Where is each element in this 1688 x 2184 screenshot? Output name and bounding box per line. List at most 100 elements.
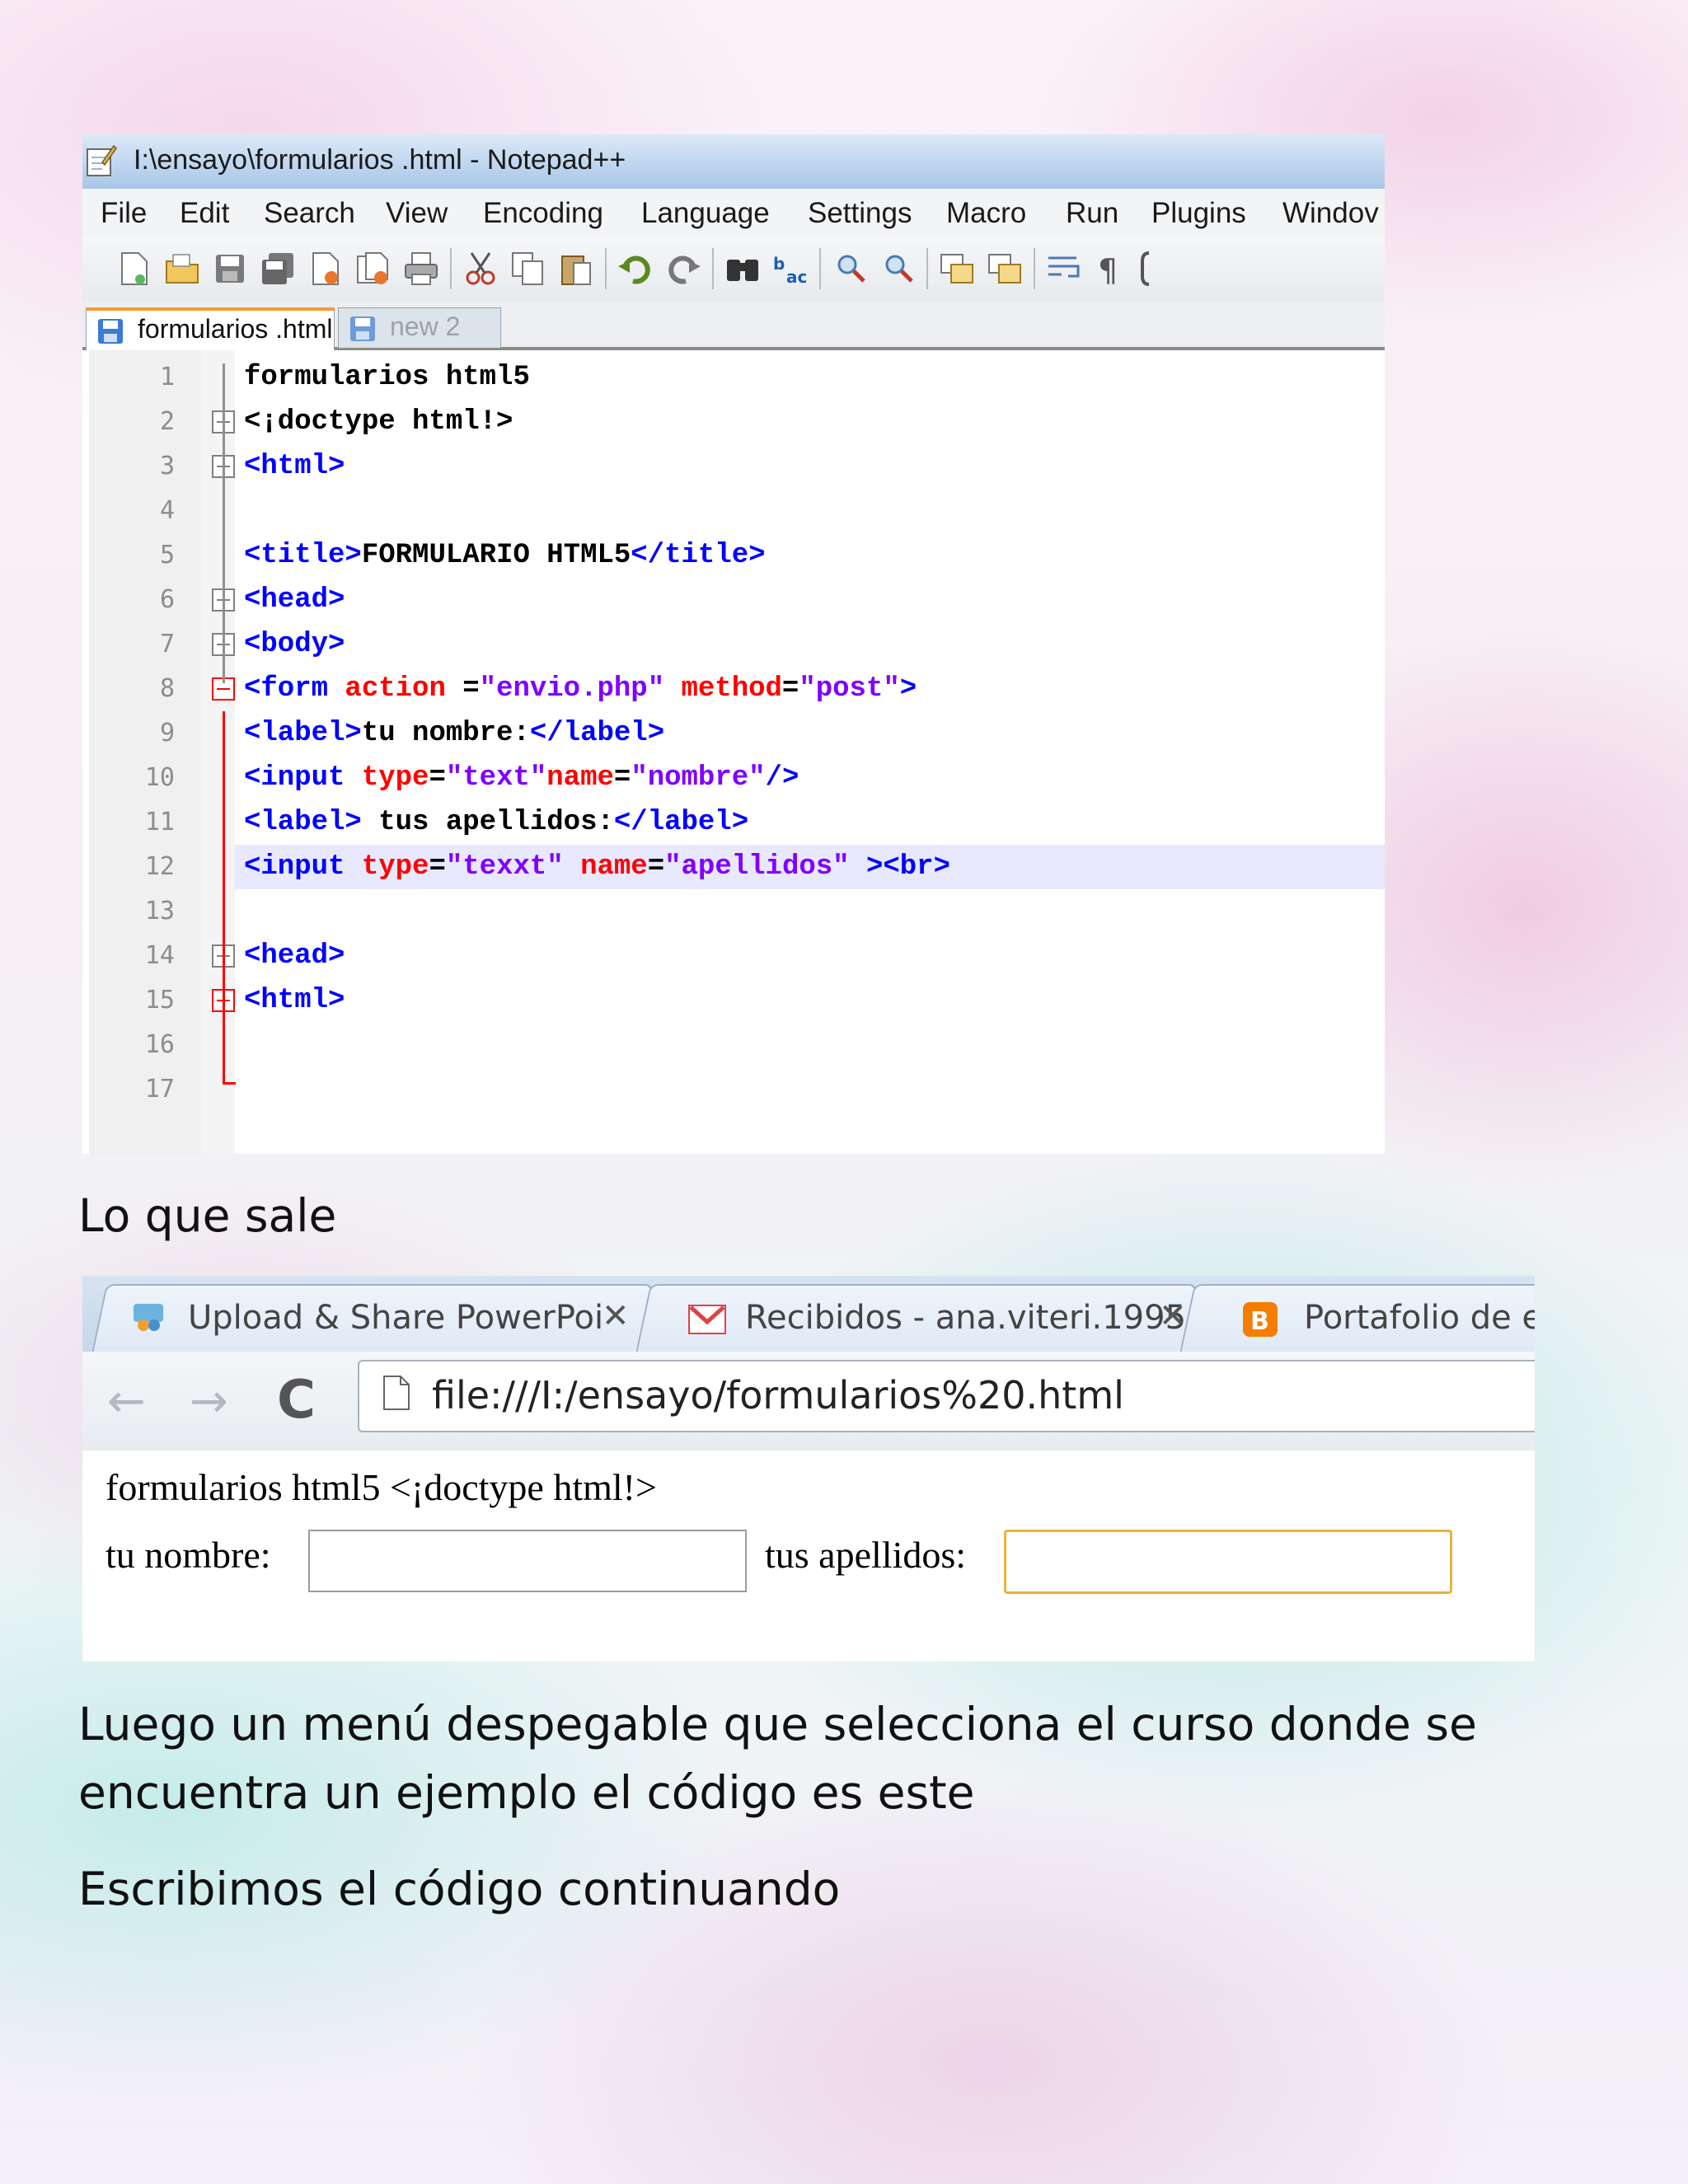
new-file-icon[interactable] xyxy=(115,250,153,288)
paste-icon[interactable] xyxy=(557,250,595,288)
code-token: "apellidos" xyxy=(664,851,866,883)
zoom-in-icon[interactable] xyxy=(831,250,869,288)
code-token: <¡doctype html!> xyxy=(244,406,513,438)
line-number: 5 xyxy=(159,541,175,569)
code-editor[interactable]: 1 2 3 4 5 6 7 8 9 10 11 12 13 14 15 16 17 formularios htm… xyxy=(82,350,1385,1154)
window-title: I:\ensayo\formularios .html - Notepad++ xyxy=(134,144,626,176)
indent-guide-icon[interactable] xyxy=(1137,250,1175,288)
code-token: <input xyxy=(244,762,362,794)
code-token: "text" xyxy=(445,762,547,794)
close-tab-icon[interactable]: ✕ xyxy=(1159,1297,1187,1335)
line-number: 13 xyxy=(144,897,175,926)
code-line[interactable]: formularios html5 xyxy=(244,355,530,400)
code-line[interactable]: <label> tus apellidos:</label> xyxy=(244,800,748,845)
line-number: 3 xyxy=(159,452,175,480)
print-icon[interactable] xyxy=(402,250,440,288)
tab-formularios-html[interactable]: formularios .html xyxy=(86,307,335,350)
code-line[interactable]: <head> xyxy=(244,934,345,978)
code-token: <form xyxy=(244,673,345,705)
close-file-icon[interactable] xyxy=(307,250,345,288)
sync-vertical-icon[interactable] xyxy=(938,250,976,288)
code-token: tu nombre: xyxy=(361,718,530,749)
code-token: <body> xyxy=(244,629,345,660)
save-icon[interactable] xyxy=(211,250,249,288)
code-line[interactable]: <head> xyxy=(244,578,345,622)
fold-line-active xyxy=(223,711,225,1084)
nombre-input[interactable] xyxy=(308,1530,747,1592)
menu-view[interactable]: View xyxy=(386,197,448,230)
tab-label: new 2 xyxy=(390,312,461,341)
menu-encoding[interactable]: Encoding xyxy=(483,197,603,230)
code-token: "nombre" xyxy=(631,762,766,794)
code-line[interactable]: <body> xyxy=(244,622,345,667)
find-icon[interactable] xyxy=(724,250,762,288)
back-arrow-icon[interactable]: ← xyxy=(107,1375,146,1428)
redo-icon[interactable] xyxy=(664,250,702,288)
replace-icon[interactable]: bac xyxy=(771,250,809,288)
menu-search[interactable]: Search xyxy=(264,197,355,230)
zoom-out-icon[interactable] xyxy=(879,250,917,288)
line-number: 6 xyxy=(159,585,175,614)
cut-icon[interactable] xyxy=(462,250,499,288)
code-token: <br> xyxy=(883,851,950,883)
forward-arrow-icon[interactable]: → xyxy=(190,1375,228,1428)
menu-settings[interactable]: Settings xyxy=(808,197,912,230)
menu-window[interactable]: Windov xyxy=(1282,197,1379,230)
code-token: = xyxy=(429,762,446,794)
line-number: 11 xyxy=(144,808,175,837)
notepad-app-icon xyxy=(87,144,117,176)
code-token: > xyxy=(899,673,917,705)
notepad-window: I:\ensayo\formularios .html - Notepad++ … xyxy=(82,134,1385,1154)
sync-horizontal-icon[interactable] xyxy=(986,250,1024,288)
toolbar: b ac ¶ xyxy=(82,235,1385,301)
browser-window: Upload & Share PowerPoi ✕ Recibidos - an… xyxy=(82,1276,1535,1661)
menu-language[interactable]: Language xyxy=(641,197,770,230)
blogger-icon: B xyxy=(1243,1302,1278,1337)
code-token: </label> xyxy=(529,718,665,749)
line-number: 15 xyxy=(144,986,175,1015)
svg-text:B: B xyxy=(1250,1307,1269,1336)
code-line[interactable]: <title>FORMULARIO HTML5</title> xyxy=(244,533,766,578)
code-token: method xyxy=(681,673,782,705)
close-all-icon[interactable] xyxy=(354,250,392,288)
code-token: type xyxy=(361,851,429,883)
code-line[interactable]: <form action ="envio.php" method="post"> xyxy=(244,667,917,711)
line-number: 9 xyxy=(159,719,175,748)
menu-edit[interactable]: Edit xyxy=(180,197,229,230)
code-line[interactable]: <html> xyxy=(244,978,345,1023)
menu-file[interactable]: File xyxy=(101,197,147,230)
code-line[interactable]: <input type="texxt" name="apellidos" ><b… xyxy=(244,845,950,889)
word-wrap-icon[interactable] xyxy=(1045,250,1083,288)
code-line[interactable]: <input type="text"name="nombre"/> xyxy=(244,756,799,800)
code-token: "envio.php" xyxy=(479,673,682,705)
copy-icon[interactable] xyxy=(509,250,547,288)
code-token: = xyxy=(429,851,446,883)
open-file-icon[interactable] xyxy=(163,250,201,288)
close-tab-icon[interactable]: ✕ xyxy=(602,1297,630,1335)
undo-icon[interactable] xyxy=(617,250,654,288)
code-line[interactable]: <¡doctype html!> xyxy=(244,400,513,444)
toolbar-separator xyxy=(605,248,607,289)
label-tus-apellidos: tus apellidos: xyxy=(765,1534,967,1576)
toolbar-separator xyxy=(926,248,928,289)
slideshare-icon xyxy=(134,1304,163,1331)
menu-run[interactable]: Run xyxy=(1066,197,1118,230)
fold-line-end xyxy=(223,1082,236,1085)
line-number: 1 xyxy=(159,363,175,391)
line-number: 8 xyxy=(159,674,175,703)
menu-macro[interactable]: Macro xyxy=(946,197,1026,230)
save-all-icon[interactable] xyxy=(259,250,297,288)
apellidos-input[interactable] xyxy=(1004,1530,1452,1594)
reload-icon[interactable]: C xyxy=(277,1370,316,1431)
address-bar[interactable]: file:///I:/ensayo/formularios%20.html xyxy=(358,1360,1535,1432)
menu-bar: File Edit Search View Encoding Language … xyxy=(82,189,1385,236)
menu-plugins[interactable]: Plugins xyxy=(1151,197,1246,230)
code-line[interactable]: <label>tu nombre:</label> xyxy=(244,711,664,756)
code-token: "post" xyxy=(799,673,900,705)
code-token: <label> xyxy=(244,718,362,749)
tab-new-2[interactable]: new 2 xyxy=(338,307,501,348)
code-token: <title> xyxy=(244,540,362,571)
line-number: 12 xyxy=(144,852,175,881)
code-line[interactable]: <html> xyxy=(244,444,345,489)
show-all-characters-icon[interactable]: ¶ xyxy=(1093,250,1131,288)
